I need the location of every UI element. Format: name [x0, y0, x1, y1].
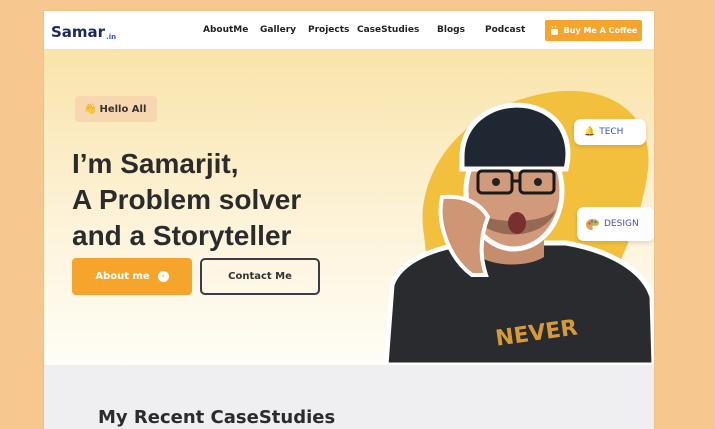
- contact-me-label: Contact Me: [228, 271, 292, 282]
- nav-item-casestudies[interactable]: CaseStudies: [357, 25, 419, 35]
- browser-frame: Samar.in AboutMe Gallery Projects CaseSt…: [44, 11, 654, 429]
- arrow-right-icon: ›: [157, 271, 169, 282]
- logo-suffix: .in: [106, 33, 117, 41]
- baseball-cap: [459, 102, 571, 172]
- about-me-button[interactable]: About me ›: [72, 258, 192, 295]
- design-chip-label: DESIGN: [604, 219, 639, 229]
- bell-icon: 🔔: [584, 127, 596, 137]
- about-me-label: About me: [95, 271, 150, 282]
- tech-chip: 🔔 TECH: [574, 119, 646, 145]
- top-navbar: Samar.in AboutMe Gallery Projects CaseSt…: [44, 11, 654, 49]
- site-logo[interactable]: Samar.in: [51, 23, 116, 41]
- waving-hand-icon: 👋: [84, 103, 97, 115]
- contact-me-button[interactable]: Contact Me: [200, 258, 320, 295]
- headline-line-3: and a Storyteller: [72, 220, 292, 251]
- nav-item-projects[interactable]: Projects: [308, 25, 349, 35]
- nav-item-podcast[interactable]: Podcast: [485, 25, 525, 35]
- nav-item-blogs[interactable]: Blogs: [437, 25, 465, 35]
- nav-item-gallery[interactable]: Gallery: [260, 25, 296, 35]
- casestudies-section: My Recent CaseStudies: [44, 365, 654, 429]
- hello-badge: 👋 Hello All: [75, 96, 158, 122]
- nav-item-aboutme[interactable]: AboutMe: [203, 25, 248, 35]
- palette-icon: [586, 218, 599, 230]
- hello-badge-label: Hello All: [99, 103, 147, 115]
- tech-chip-label: TECH: [599, 127, 624, 137]
- buy-me-a-coffee-button[interactable]: Buy Me A Coffee: [545, 20, 642, 41]
- buy-me-a-coffee-label: Buy Me A Coffee: [563, 26, 638, 35]
- headline-line-1: I’m Samarjit,: [72, 148, 239, 179]
- section-title: My Recent CaseStudies: [98, 407, 336, 428]
- coffee-cup-icon: [550, 25, 558, 35]
- design-chip: DESIGN: [577, 207, 654, 241]
- hero-section: 👋 Hello All I’m Samarjit, A Problem solv…: [44, 49, 654, 365]
- headline-line-2: A Problem solver: [72, 184, 302, 215]
- hero-headline: I’m Samarjit, A Problem solver and a Sto…: [72, 146, 301, 254]
